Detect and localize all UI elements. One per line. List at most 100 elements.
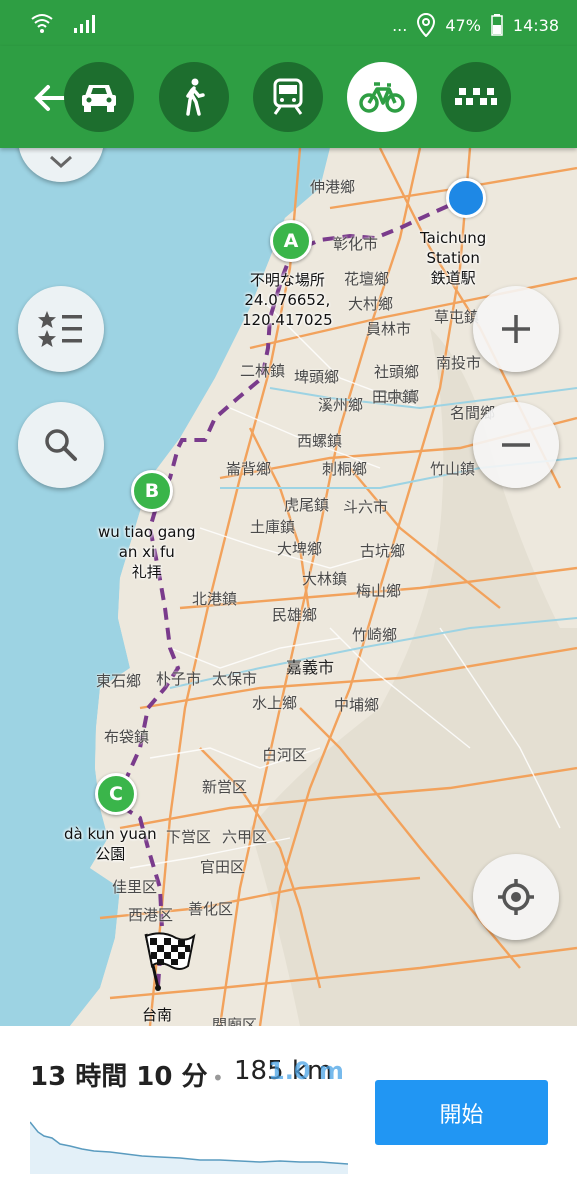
overflow-dots: ... — [392, 15, 408, 35]
waypoint-letter: C — [109, 783, 123, 805]
waypoint-label-line: 24.076652, — [244, 291, 331, 309]
finish-flag-icon[interactable] — [140, 930, 198, 992]
bike-mode-button[interactable] — [347, 62, 417, 132]
place-label: 花壇鄉 — [344, 270, 390, 288]
place-label: 西港区 — [128, 906, 174, 924]
waypoint-label-line: wu tiao gang — [98, 523, 196, 541]
place-label: 布袋鎮 — [104, 728, 150, 746]
place-label: 竹山鎮 — [430, 460, 476, 478]
place-label: 六甲区 — [222, 828, 268, 846]
place-label: 善化区 — [188, 900, 234, 918]
place-label: 下営区 — [166, 828, 212, 846]
plus-icon — [502, 315, 530, 343]
start-label: Taichung Station 鉄道駅 — [420, 228, 486, 288]
waypoint-c-label: dà kun yuan 公園 — [64, 824, 157, 864]
taxi-icon — [455, 88, 497, 105]
place-label: 関廟区 — [212, 1016, 258, 1026]
waypoint-label-line: an xi fu — [118, 543, 175, 561]
waypoint-label-line: 不明な場所 — [249, 271, 325, 289]
starred-list-icon — [38, 311, 82, 347]
start-label-line: Taichung — [420, 229, 487, 247]
place-label: 社頭鄉 — [374, 363, 420, 381]
place-label: 白河区 — [262, 746, 308, 764]
walk-icon — [186, 78, 205, 116]
taxi-mode-button[interactable] — [441, 62, 511, 132]
place-label: 伸港鄉 — [310, 178, 356, 196]
start-label-line: 鉄道駅 — [430, 269, 476, 287]
place-label: 大村鄉 — [348, 295, 394, 313]
place-label: 嘉義市 — [286, 658, 335, 677]
search-button[interactable] — [18, 402, 104, 488]
waypoint-a-label: 不明な場所 24.076652, 120.417025 — [242, 270, 333, 330]
waypoint-c-marker[interactable]: C — [95, 773, 137, 815]
place-label: 土庫鎮 — [250, 518, 296, 536]
train-icon — [273, 78, 303, 115]
place-label: 刺桐鄉 — [322, 460, 368, 478]
place-label: 崙背鄉 — [226, 460, 272, 478]
place-label: 台南 — [142, 1006, 173, 1024]
waypoint-b-marker[interactable]: B — [131, 470, 173, 512]
place-label: 虎尾鎮 — [284, 496, 330, 514]
place-label: 東石鄉 — [96, 672, 142, 690]
place-label: 水上鄉 — [252, 694, 298, 712]
elevation-profile-chart — [30, 1121, 348, 1174]
waypoint-letter: B — [144, 480, 160, 502]
place-label: 官田区 — [200, 858, 246, 876]
separator-dot: • — [212, 1066, 224, 1090]
battery-icon — [491, 14, 503, 36]
car-icon — [82, 85, 116, 112]
waypoint-label-line: 120.417025 — [242, 311, 333, 329]
battery-percent: 47% — [445, 15, 481, 35]
current-location-dot[interactable] — [446, 178, 486, 218]
zoom-out-button[interactable] — [473, 402, 559, 488]
bookmarks-button[interactable] — [18, 286, 104, 372]
place-label: 彰化市 — [333, 235, 379, 253]
place-label: 中埔鄉 — [334, 696, 380, 714]
route-distance-overlay: 1.0 m — [268, 1057, 344, 1085]
place-label: 新営区 — [202, 778, 248, 796]
route-summary-panel: 13 時間 10 分 • 185 km 1.0 m 開始 — [0, 1026, 577, 1200]
zoom-in-button[interactable] — [473, 286, 559, 372]
start-label-line: Station — [426, 249, 480, 267]
place-label: 二林鎮 — [240, 362, 286, 380]
waypoint-label-line: 公園 — [95, 845, 126, 863]
walk-mode-button[interactable] — [159, 62, 229, 132]
place-label: 埤頭鄉 — [294, 368, 340, 386]
start-navigation-button[interactable]: 開始 — [375, 1080, 548, 1145]
place-label: 民雄鄉 — [272, 606, 318, 624]
place-label: 大林鎮 — [302, 570, 348, 588]
place-label: 佳里区 — [112, 878, 158, 896]
chevron-down-icon — [49, 155, 73, 169]
clock: 14:38 — [512, 15, 559, 35]
waypoint-b-label: wu tiao gang an xi fu 礼拝 — [98, 522, 195, 582]
waypoint-letter: A — [283, 230, 299, 252]
status-bar: ... 47% 14:38 — [0, 0, 577, 46]
place-label: 西螺鎮 — [297, 432, 343, 450]
car-mode-button[interactable] — [64, 62, 134, 132]
signal-icon — [74, 15, 95, 33]
bike-icon — [359, 82, 405, 113]
place-label: 北港鎮 — [192, 590, 238, 608]
location-icon — [417, 13, 436, 37]
place-label: 南投市 — [436, 354, 482, 372]
place-label: 斗六市 — [343, 498, 389, 516]
place-label: 溪州鄉 — [318, 396, 364, 414]
minus-icon — [502, 443, 530, 447]
waypoint-label-line: 礼拝 — [131, 563, 162, 581]
place-label: 古坑鄉 — [360, 542, 406, 560]
my-location-button[interactable] — [473, 854, 559, 940]
route-duration: 13 時間 10 分 — [30, 1062, 208, 1092]
place-label: 太保市 — [212, 670, 258, 688]
place-label: 竹崎鄉 — [352, 626, 398, 644]
waypoint-label-line: dà kun yuan — [64, 825, 157, 843]
place-label: 田中鎮 — [372, 388, 418, 406]
map-view[interactable]: 伸港鄉 彰化市 花壇鄉 大村鄉 員林市 草屯鎮 南投市 社頭鄉 二水鄉 二林鎮 … — [0, 148, 577, 1026]
place-label: 朴子市 — [156, 670, 202, 688]
transit-mode-button[interactable] — [253, 62, 323, 132]
route-mode-toolbar — [0, 46, 577, 148]
search-icon — [45, 429, 77, 461]
place-label: 大埤鄉 — [277, 540, 323, 558]
place-label: 員林市 — [366, 320, 412, 338]
wifi-icon — [31, 14, 53, 33]
waypoint-a-marker[interactable]: A — [270, 220, 312, 262]
